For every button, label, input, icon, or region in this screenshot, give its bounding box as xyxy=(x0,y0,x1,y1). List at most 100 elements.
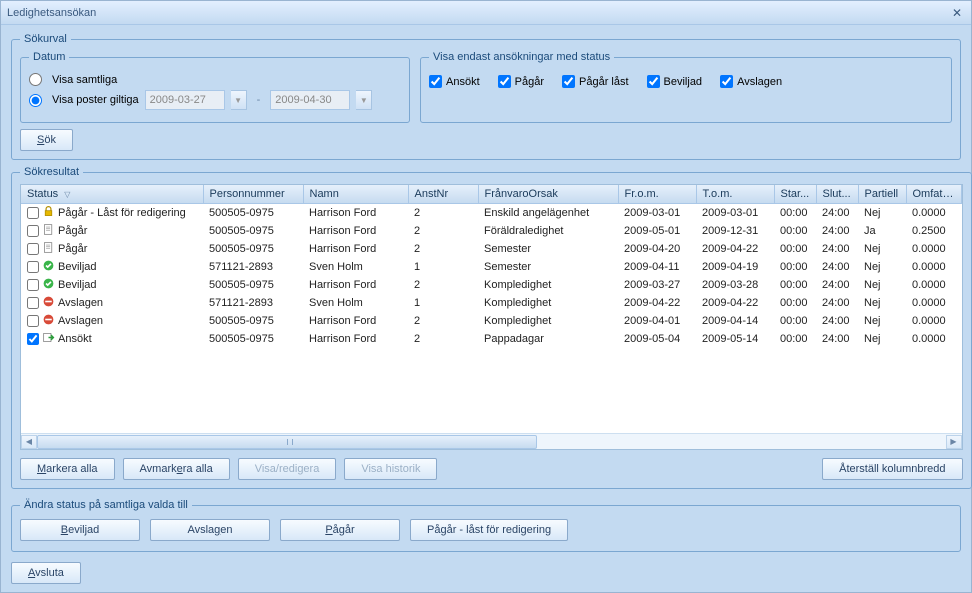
row-checkbox[interactable] xyxy=(27,261,39,273)
cell-start: 00:00 xyxy=(774,294,816,312)
table-row[interactable]: Avslagen571121-2893Sven Holm1Kompledighe… xyxy=(21,294,961,312)
window-title: Ledighetsansökan xyxy=(7,7,949,19)
cell-namn: Harrison Ford xyxy=(303,312,408,330)
change-status-legend: Ändra status på samtliga valda till xyxy=(20,499,192,511)
col-pn-header[interactable]: Personnummer xyxy=(203,185,303,204)
avslagen-button[interactable]: Avslagen xyxy=(150,519,270,541)
status-icon xyxy=(42,331,55,347)
chk-pagar[interactable]: Pågår xyxy=(498,75,544,88)
row-checkbox[interactable] xyxy=(27,333,39,345)
status-icon xyxy=(42,205,55,221)
cell-from: 2009-04-22 xyxy=(618,294,696,312)
beviljad-button[interactable]: Beviljad xyxy=(20,519,140,541)
chk-beviljad[interactable]: Beviljad xyxy=(647,75,703,88)
col-slut-header[interactable]: Slut... xyxy=(816,185,858,204)
col-from-header[interactable]: Fr.o.m. xyxy=(618,185,696,204)
statusfilter-legend: Visa endast ansökningar med status xyxy=(429,51,614,63)
aterstall-button[interactable]: Återställ kolumnbredd xyxy=(822,458,962,480)
scroll-left-icon[interactable]: ◀ xyxy=(21,435,37,449)
chk-pagar-input[interactable] xyxy=(498,75,511,88)
date-to-dropdown-icon[interactable]: ▼ xyxy=(356,90,372,110)
cell-namn: Sven Holm xyxy=(303,258,408,276)
sort-indicator-icon: ▽ xyxy=(64,190,70,199)
cell-slut: 24:00 xyxy=(816,276,858,294)
row-checkbox[interactable] xyxy=(27,315,39,327)
status-icon xyxy=(42,223,55,239)
table-row[interactable]: Pågår - Låst för redigering500505-0975Ha… xyxy=(21,204,961,223)
visa-redigera-button[interactable]: Visa/redigera xyxy=(238,458,337,480)
status-icon xyxy=(42,295,55,311)
chk-ansokt-input[interactable] xyxy=(429,75,442,88)
row-checkbox[interactable] xyxy=(27,297,39,309)
cell-anst: 2 xyxy=(408,222,478,240)
cell-pn: 500505-0975 xyxy=(203,312,303,330)
cell-pn: 500505-0975 xyxy=(203,330,303,348)
cell-slut: 24:00 xyxy=(816,204,858,223)
cell-start: 00:00 xyxy=(774,222,816,240)
statusfilter-fieldset: Visa endast ansökningar med status Ansök… xyxy=(420,51,952,123)
cell-pn: 571121-2893 xyxy=(203,294,303,312)
table-row[interactable]: Pågår500505-0975Harrison Ford2Föräldrale… xyxy=(21,222,961,240)
col-part-header[interactable]: Partiell xyxy=(858,185,906,204)
chk-avslagen[interactable]: Avslagen xyxy=(720,75,782,88)
cell-omf: 0.0000 xyxy=(906,258,961,276)
avmarkera-alla-button[interactable]: Avmarkera alla xyxy=(123,458,230,480)
date-from-input[interactable] xyxy=(145,90,225,110)
cell-slut: 24:00 xyxy=(816,258,858,276)
scroll-track[interactable] xyxy=(37,435,946,449)
status-text: Ansökt xyxy=(58,333,92,345)
cell-pn: 500505-0975 xyxy=(203,240,303,258)
table-row[interactable]: Pågår500505-0975Harrison Ford2Semester20… xyxy=(21,240,961,258)
cell-omf: 0.2500 xyxy=(906,222,961,240)
cell-omf: 0.0000 xyxy=(906,240,961,258)
chk-pagar-last-input[interactable] xyxy=(562,75,575,88)
col-start-header[interactable]: Star... xyxy=(774,185,816,204)
table-row[interactable]: Avslagen500505-0975Harrison Ford2Kompled… xyxy=(21,312,961,330)
col-status-header[interactable]: Status▽ xyxy=(21,185,203,204)
visa-samtliga-radio[interactable] xyxy=(29,73,42,86)
chk-ansokt[interactable]: Ansökt xyxy=(429,75,480,88)
col-namn-header[interactable]: Namn xyxy=(303,185,408,204)
row-checkbox[interactable] xyxy=(27,225,39,237)
chk-beviljad-input[interactable] xyxy=(647,75,660,88)
visa-poster-label: Visa poster giltiga xyxy=(52,94,139,106)
scroll-thumb[interactable] xyxy=(37,435,537,449)
row-checkbox[interactable] xyxy=(27,207,39,219)
date-from-dropdown-icon[interactable]: ▼ xyxy=(231,90,247,110)
row-checkbox[interactable] xyxy=(27,243,39,255)
col-omf-header[interactable]: Omfatt... xyxy=(906,185,961,204)
cell-from: 2009-05-01 xyxy=(618,222,696,240)
cell-anst: 2 xyxy=(408,204,478,223)
markera-alla-button[interactable]: Markera alla xyxy=(20,458,115,480)
window: Ledighetsansökan ✕ Sökurval Datum Visa s… xyxy=(0,0,972,593)
cell-slut: 24:00 xyxy=(816,330,858,348)
cell-slut: 24:00 xyxy=(816,312,858,330)
col-tom-header[interactable]: T.o.m. xyxy=(696,185,774,204)
cell-omf: 0.0000 xyxy=(906,276,961,294)
visa-poster-radio[interactable] xyxy=(29,94,42,107)
pagar-button[interactable]: Pågår xyxy=(280,519,400,541)
avsluta-button[interactable]: Avsluta xyxy=(11,562,81,584)
close-icon[interactable]: ✕ xyxy=(949,5,965,21)
visa-historik-button[interactable]: Visa historik xyxy=(344,458,437,480)
exit-row: Avsluta xyxy=(11,562,961,584)
sok-button[interactable]: Sök xyxy=(20,129,73,151)
row-checkbox[interactable] xyxy=(27,279,39,291)
cell-omf: 0.0000 xyxy=(906,204,961,223)
pagar-last-button[interactable]: Pågår - låst för redigering xyxy=(410,519,568,541)
cell-namn: Harrison Ford xyxy=(303,240,408,258)
cell-orsak: Semester xyxy=(478,258,618,276)
table-row[interactable]: Beviljad571121-2893Sven Holm1Semester200… xyxy=(21,258,961,276)
chk-pagar-last[interactable]: Pågår låst xyxy=(562,75,629,88)
col-orsak-header[interactable]: FrånvaroOrsak xyxy=(478,185,618,204)
col-anst-header[interactable]: AnstNr xyxy=(408,185,478,204)
horizontal-scrollbar[interactable]: ◀ ▶ xyxy=(21,433,962,449)
table-row[interactable]: Ansökt500505-0975Harrison Ford2Pappadaga… xyxy=(21,330,961,348)
cell-tom: 2009-04-22 xyxy=(696,240,774,258)
status-icon xyxy=(42,277,55,293)
date-to-input[interactable] xyxy=(270,90,350,110)
chk-avslagen-input[interactable] xyxy=(720,75,733,88)
cell-part: Nej xyxy=(858,204,906,223)
table-row[interactable]: Beviljad500505-0975Harrison Ford2Kompled… xyxy=(21,276,961,294)
scroll-right-icon[interactable]: ▶ xyxy=(946,435,962,449)
